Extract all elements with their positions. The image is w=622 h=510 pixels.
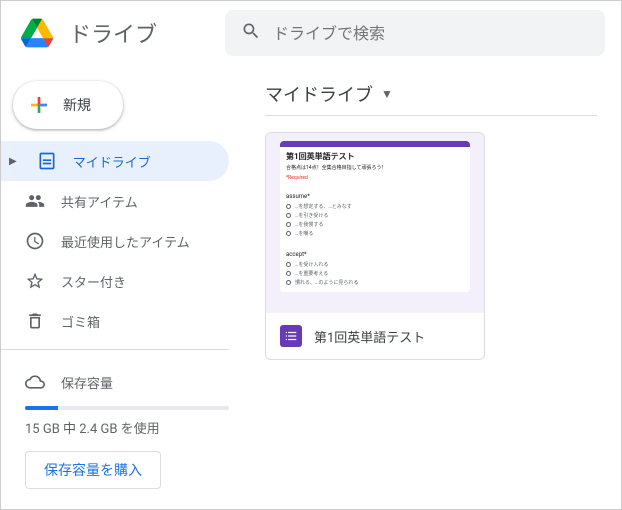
storage-section: 保存容量 15 GB 中 2.4 GB を使用 保存容量を購入 (1, 358, 241, 501)
search-icon (241, 21, 261, 45)
app-header: ドライブ (1, 1, 621, 65)
main-layout: 新規 ▶ マイドライブ 共有アイテム 最近使用したアイテム スター付 (1, 65, 621, 509)
new-button[interactable]: 新規 (13, 81, 123, 129)
clock-icon (25, 231, 45, 251)
sidebar: 新規 ▶ マイドライブ 共有アイテム 最近使用したアイテム スター付 (1, 65, 241, 509)
new-button-label: 新規 (63, 95, 91, 115)
storage-label: 保存容量 (61, 373, 113, 392)
content-area: マイドライブ ▼ 第1回英単語テスト 合格点は14点！全集合格目指して頑張ろう！… (241, 65, 621, 509)
sidebar-item-recent[interactable]: 最近使用したアイテム (1, 221, 229, 261)
forms-icon (280, 325, 302, 347)
expand-triangle-icon: ▶ (9, 156, 17, 167)
sidebar-item-label: 最近使用したアイテム (61, 232, 190, 251)
file-grid: 第1回英単語テスト 合格点は14点！全集合格目指して頑張ろう！ *Require… (265, 132, 597, 360)
search-bar[interactable] (225, 10, 605, 56)
trash-icon (25, 311, 45, 331)
cloud-icon (25, 372, 45, 392)
sidebar-item-label: 共有アイテム (61, 192, 138, 211)
star-icon (25, 271, 45, 291)
form-preview-subtitle: 合格点は14点！全集合格目指して頑張ろう！ (286, 164, 464, 171)
chevron-down-icon: ▼ (381, 87, 393, 101)
plus-icon (27, 93, 51, 117)
drive-logo-icon (17, 13, 57, 53)
sidebar-item-storage[interactable]: 保存容量 (13, 362, 229, 402)
sidebar-item-label: マイドライブ (73, 152, 151, 171)
buy-storage-button[interactable]: 保存容量を購入 (25, 451, 161, 489)
file-footer: 第1回英単語テスト (266, 313, 484, 359)
form-preview: 第1回英単語テスト 合格点は14点！全集合格目指して頑張ろう！ *Require… (280, 141, 470, 292)
search-input[interactable] (273, 24, 589, 43)
form-preview-title: 第1回英単語テスト (286, 151, 464, 162)
people-icon (25, 191, 45, 211)
content-header[interactable]: マイドライブ ▼ (265, 73, 597, 116)
sidebar-item-mydrive[interactable]: ▶ マイドライブ (1, 141, 229, 181)
sidebar-item-starred[interactable]: スター付き (1, 261, 229, 301)
storage-progress-fill (25, 406, 58, 410)
storage-progress-bar (25, 406, 229, 410)
file-card[interactable]: 第1回英単語テスト 合格点は14点！全集合格目指して頑張ろう！ *Require… (265, 132, 485, 360)
sidebar-divider (1, 349, 229, 350)
form-preview-required: *Required (286, 175, 464, 181)
form-q2-title: accept* (286, 251, 464, 258)
storage-usage-text: 15 GB 中 2.4 GB を使用 (25, 418, 229, 437)
sidebar-item-trash[interactable]: ゴミ箱 (1, 301, 229, 341)
sidebar-item-label: ゴミ箱 (61, 312, 100, 331)
file-thumbnail: 第1回英単語テスト 合格点は14点！全集合格目指して頑張ろう！ *Require… (266, 133, 484, 313)
file-name: 第1回英単語テスト (314, 327, 425, 346)
drive-icon (37, 151, 57, 171)
sidebar-item-label: スター付き (61, 272, 126, 291)
folder-title: マイドライブ (265, 81, 373, 107)
app-title: ドライブ (69, 17, 157, 49)
sidebar-item-shared[interactable]: 共有アイテム (1, 181, 229, 221)
form-q1-title: assume* (286, 193, 464, 200)
